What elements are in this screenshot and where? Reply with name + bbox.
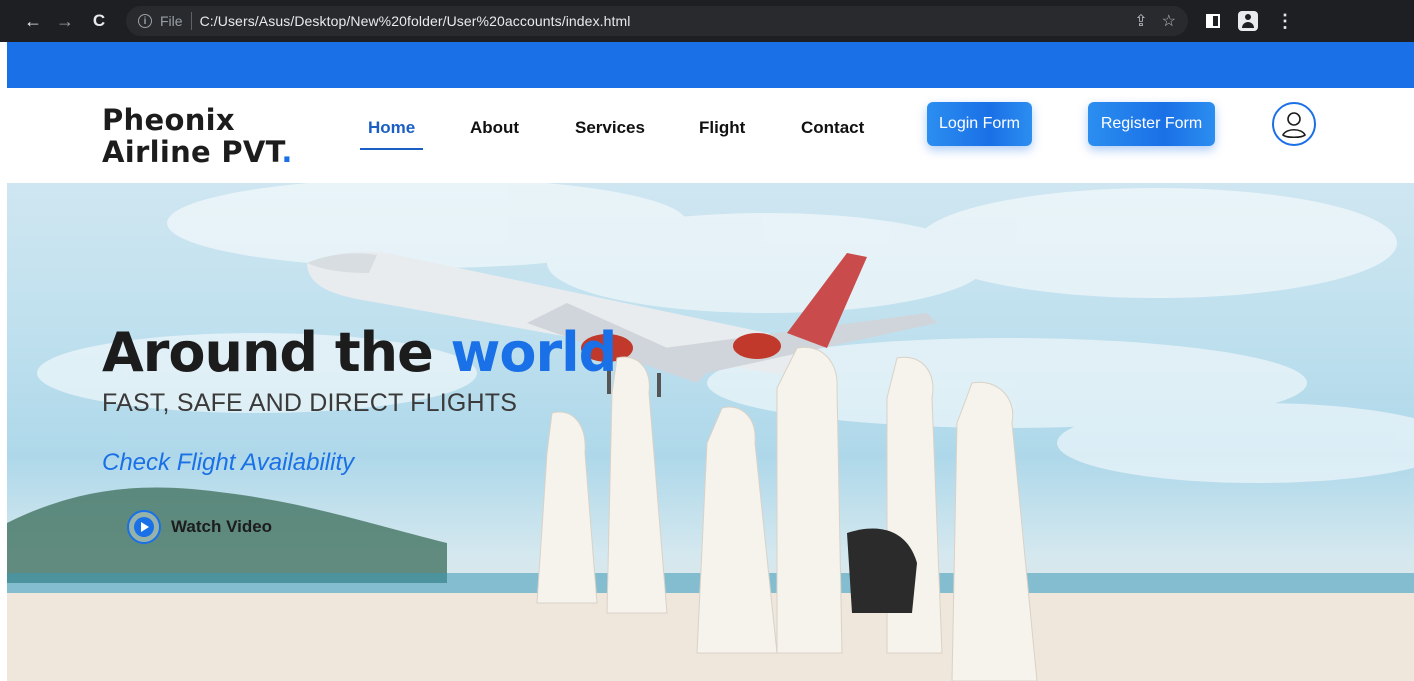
- url-scheme: File: [160, 13, 183, 29]
- check-flight-availability-link[interactable]: Check Flight Availability: [102, 449, 354, 477]
- hero-section: Around the world FAST, SAFE AND DIRECT F…: [7, 183, 1414, 681]
- nav-about[interactable]: About: [470, 118, 519, 138]
- share-icon[interactable]: ⇪: [1134, 11, 1147, 31]
- forward-arrow-icon[interactable]: →: [52, 8, 78, 34]
- top-accent-bar: [7, 42, 1414, 88]
- watch-video-label: Watch Video: [171, 517, 273, 536]
- hero-title: Around the world: [102, 321, 618, 384]
- play-icon[interactable]: [127, 510, 161, 544]
- url-text[interactable]: C:/Users/Asus/Desktop/New%20folder/User%…: [200, 13, 631, 29]
- user-avatar-icon[interactable]: [1272, 102, 1316, 146]
- reload-icon[interactable]: C: [86, 8, 112, 34]
- back-arrow-icon[interactable]: ←: [20, 8, 46, 34]
- logo-line-2: Airline PVT.: [102, 135, 293, 169]
- nav-contact[interactable]: Contact: [801, 118, 864, 138]
- more-menu-icon[interactable]: ⋮: [1276, 11, 1294, 32]
- url-divider: [190, 12, 192, 30]
- bookmark-star-icon[interactable]: ☆: [1162, 11, 1176, 31]
- register-form-button[interactable]: Register Form: [1088, 102, 1215, 146]
- profile-icon[interactable]: [1238, 11, 1258, 31]
- nav-home[interactable]: Home: [359, 118, 424, 150]
- info-icon[interactable]: i: [138, 14, 152, 28]
- login-form-button[interactable]: Login Form: [927, 102, 1032, 146]
- nav-flight[interactable]: Flight: [699, 118, 745, 138]
- logo-dot: .: [281, 135, 293, 169]
- hero-background-image: [7, 183, 1414, 681]
- nav-services[interactable]: Services: [575, 118, 645, 138]
- browser-toolbar: ← → C i File C:/Users/Asus/Desktop/New%2…: [0, 0, 1414, 42]
- watch-video-button[interactable]: Watch Video: [127, 510, 272, 544]
- logo-line-1: Pheonix: [102, 103, 235, 137]
- site-header: Pheonix Airline PVT. Home About Services…: [7, 88, 1414, 183]
- site-logo[interactable]: Pheonix Airline PVT.: [102, 104, 293, 168]
- hero-title-accent: world: [450, 321, 618, 384]
- side-panel-icon[interactable]: [1206, 14, 1220, 28]
- hero-subtitle: FAST, SAFE AND DIRECT FLIGHTS: [102, 389, 518, 417]
- address-bar[interactable]: i File C:/Users/Asus/Desktop/New%20folde…: [126, 6, 1188, 36]
